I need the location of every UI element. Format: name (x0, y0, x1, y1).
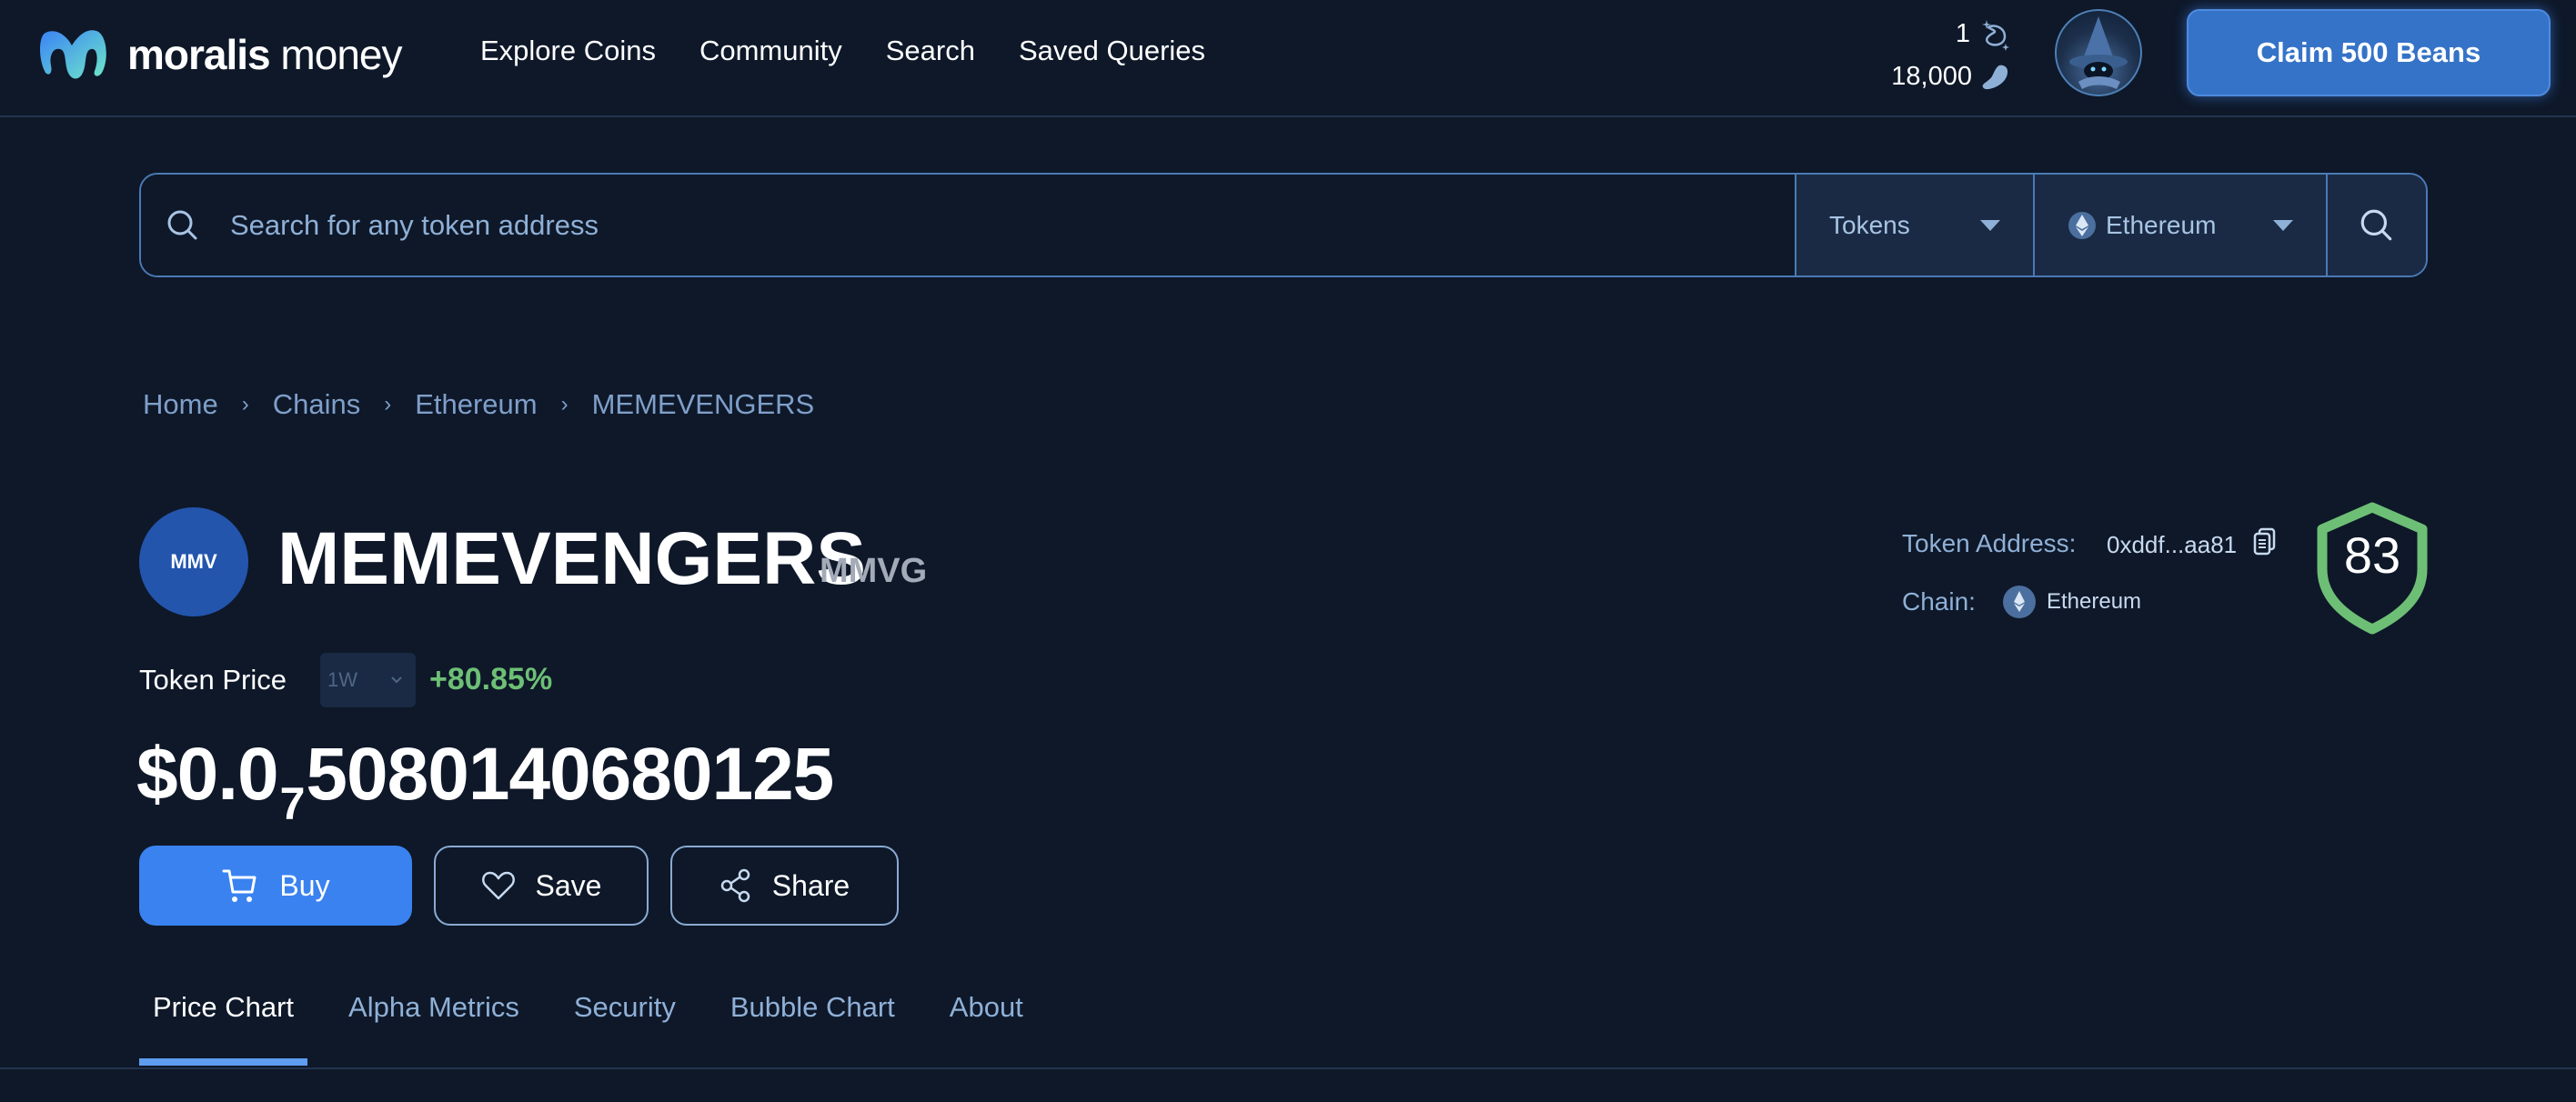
breadcrumb-ethereum[interactable]: Ethereum (415, 388, 537, 421)
share-button[interactable]: Share (670, 846, 899, 926)
breadcrumb-current: MEMEVENGERS (591, 388, 815, 420)
ethereum-icon (2068, 211, 2096, 239)
cart-icon (222, 869, 257, 902)
user-avatar[interactable] (2055, 9, 2142, 96)
tab-price-chart[interactable]: Price Chart (139, 991, 308, 1066)
chain-select-value: Ethereum (2106, 210, 2217, 239)
price-period-value: 1W (327, 668, 357, 691)
tabs-divider (0, 1067, 2576, 1069)
heart-icon (481, 871, 515, 900)
search-type-value: Tokens (1829, 210, 1910, 239)
chevron-down-icon (1980, 219, 2000, 231)
token-symbol: MMVG (820, 552, 928, 590)
logo-bold: moralis (127, 31, 271, 78)
token-address-label: Token Address: (1902, 529, 2077, 557)
share-icon (720, 868, 750, 903)
tab-about[interactable]: About (936, 991, 1037, 1066)
nav-community[interactable]: Community (699, 35, 842, 67)
save-button[interactable]: Save (434, 846, 649, 926)
share-label: Share (771, 868, 850, 902)
search-icon (167, 210, 197, 239)
price-digits: 5080140680125 (306, 733, 834, 816)
search-type-select[interactable]: Tokens (1795, 175, 2033, 276)
beans-count: 18,000 (1891, 62, 1972, 91)
bean-icon (1982, 65, 2008, 89)
moralis-money-logo[interactable]: moralis money (36, 24, 402, 85)
buy-label: Buy (279, 868, 330, 902)
token-address-value: 0xddf...aa81 (2107, 531, 2238, 558)
price-prefix: $0.0 (136, 733, 279, 816)
buy-button[interactable]: Buy (139, 846, 412, 926)
breadcrumb-chains[interactable]: Chains (273, 388, 361, 421)
search-submit-button[interactable] (2326, 175, 2426, 276)
chevron-down-icon (391, 676, 402, 684)
streak-row: 1 (1874, 13, 2010, 55)
price-change: +80.85% (429, 662, 553, 696)
logo-wordmark: moralis money (127, 30, 402, 79)
tab-alpha-metrics[interactable]: Alpha Metrics (335, 991, 533, 1066)
breadcrumb-home[interactable]: Home (143, 388, 218, 421)
token-price-label: Token Price (139, 664, 287, 696)
token-logo: MMV (139, 507, 248, 616)
tab-bubble-chart[interactable]: Bubble Chart (717, 991, 909, 1066)
token-tabs: Price Chart Alpha Metrics Security Bubbl… (139, 991, 1064, 1066)
chevron-right-icon: › (384, 392, 392, 416)
breadcrumb: Home › Chains › Ethereum › MEMEVENGERS (143, 388, 814, 421)
token-name: MEMEVENGERS (277, 517, 866, 600)
chevron-right-icon: › (560, 392, 569, 416)
price-zero-count: 7 (279, 778, 306, 829)
chain-select[interactable]: Ethereum (2033, 175, 2326, 276)
beans-row: 18,000 (1874, 55, 2010, 98)
save-label: Save (535, 868, 602, 902)
tab-security[interactable]: Security (560, 991, 689, 1066)
moralis-logo-icon (40, 30, 106, 79)
chevron-right-icon: › (241, 392, 249, 416)
main-nav: Explore Coins Community Search Saved Que… (480, 35, 1205, 67)
logo-light: money (269, 31, 402, 78)
search-input-wrapper (141, 175, 1795, 276)
user-stats: 1 18,000 (1874, 13, 2010, 98)
claim-beans-button[interactable]: Claim 500 Beans (2187, 9, 2551, 96)
search-icon (2360, 209, 2392, 240)
chain-label: Chain: (1902, 587, 1976, 616)
ethereum-icon (2003, 586, 2036, 618)
top-header: moralis money Explore Coins Community Se… (0, 0, 2576, 117)
price-period-select[interactable]: 1W (320, 653, 416, 707)
chevron-down-icon (2273, 219, 2293, 231)
nav-search[interactable]: Search (886, 35, 975, 67)
chain-value: Ethereum (2047, 589, 2142, 614)
nav-explore-coins[interactable]: Explore Coins (480, 35, 656, 67)
streak-count: 1 (1955, 19, 1970, 48)
search-input[interactable] (230, 208, 1595, 242)
wizard-avatar-icon (2069, 16, 2128, 89)
streak-bean-sparkle-icon (1982, 19, 2009, 51)
security-score: 83 (2343, 526, 2401, 584)
token-price: $0.075080140680125 (136, 732, 834, 830)
token-search-bar: Tokens Ethereum (139, 173, 2428, 277)
copy-icon[interactable] (2252, 527, 2278, 556)
nav-saved-queries[interactable]: Saved Queries (1019, 35, 1205, 67)
